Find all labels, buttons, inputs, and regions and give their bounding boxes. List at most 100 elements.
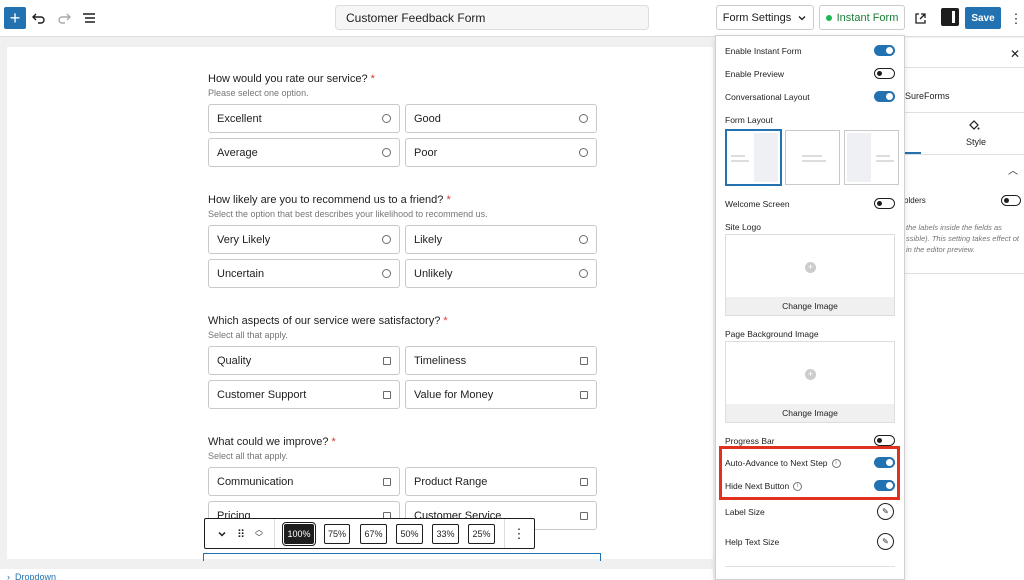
question-help-text: Select the option that best describes yo…	[208, 209, 488, 219]
enable-instant-form-toggle[interactable]	[874, 45, 895, 56]
drag-handle-icon[interactable]: ⠿	[232, 524, 250, 544]
radio-icon	[382, 114, 391, 123]
instant-form-button[interactable]: Instant Form	[819, 5, 905, 30]
conversational-layout-toggle[interactable]	[874, 91, 895, 102]
move-up-down-button[interactable]: ︿ ﹀	[250, 524, 268, 544]
divider	[904, 67, 1024, 68]
radio-icon	[579, 148, 588, 157]
collapse-button[interactable]	[213, 524, 231, 544]
option-very-likely[interactable]: Very Likely	[208, 225, 400, 254]
footer-bar	[0, 569, 713, 580]
divider	[904, 112, 1024, 113]
checkbox-icon	[580, 356, 588, 365]
plus-icon: +	[805, 369, 816, 380]
options-menu-button[interactable]: ⋮	[1005, 7, 1024, 29]
zoom-25-button[interactable]: 25%	[468, 524, 495, 544]
layout-option-right[interactable]	[844, 130, 899, 185]
layout-preview-line	[731, 160, 749, 162]
radio-icon	[382, 148, 391, 157]
option-poor[interactable]: Poor	[405, 138, 597, 167]
settings-sidebar-toggle-icon[interactable]	[941, 8, 959, 26]
help-text-size-label: Help Text Size	[725, 537, 780, 547]
enable-preview-label: Enable Preview	[725, 69, 785, 79]
undo-button[interactable]	[28, 7, 50, 29]
option-quality[interactable]: Quality	[208, 346, 400, 375]
document-overview-button[interactable]	[78, 7, 100, 29]
close-icon[interactable]: ✕	[1010, 47, 1020, 61]
placeholders-label: olders	[904, 196, 926, 205]
editor-canvas: How would you rate our service? * Please…	[7, 47, 713, 559]
question-title: How likely are you to recommend us to a …	[208, 194, 451, 206]
divider	[725, 566, 895, 567]
redo-button[interactable]	[53, 7, 75, 29]
change-image-button[interactable]: Change Image	[726, 297, 894, 315]
plus-icon: +	[805, 262, 816, 273]
preview-external-button[interactable]	[909, 7, 931, 29]
welcome-screen-label: Welcome Screen	[725, 199, 790, 209]
conversational-layout-label: Conversational Layout	[725, 92, 810, 102]
zoom-33-button[interactable]: 33%	[432, 524, 459, 544]
next-field-outline[interactable]	[203, 553, 601, 561]
option-likely[interactable]: Likely	[405, 225, 597, 254]
zoom-50-button[interactable]: 50%	[396, 524, 423, 544]
option-value-for-money[interactable]: Value for Money	[405, 380, 597, 409]
more-vertical-icon: ⋮	[1009, 10, 1023, 26]
question-title: Which aspects of our service were satisf…	[208, 315, 448, 327]
welcome-screen-toggle[interactable]	[874, 198, 895, 209]
breadcrumb-label: Dropdown	[15, 572, 57, 580]
help-text-size-edit-icon[interactable]: ✎	[877, 533, 894, 550]
layout-preview-line	[731, 155, 745, 157]
option-timeliness[interactable]: Timeliness	[405, 346, 597, 375]
zoom-75-button[interactable]: 75%	[324, 524, 350, 544]
checkbox-icon	[580, 477, 588, 486]
progress-bar-toggle[interactable]	[874, 435, 895, 446]
label-size-edit-icon[interactable]: ✎	[877, 503, 894, 520]
zoom-100-button[interactable]: 100%	[282, 522, 316, 546]
change-image-button[interactable]: Change Image	[726, 404, 894, 422]
site-logo-uploader[interactable]: + Change Image	[725, 234, 895, 316]
radio-icon	[579, 235, 588, 244]
placeholders-toggle[interactable]	[1001, 195, 1021, 206]
option-average[interactable]: Average	[208, 138, 400, 167]
tab-style[interactable]: Style	[966, 137, 986, 147]
option-product-range[interactable]: Product Range	[405, 467, 597, 496]
block-zoom-toolbar: ⠿ ︿ ﹀ 100% 75% 67% 50% 33% 25% ⋮	[204, 518, 535, 549]
radio-icon	[579, 269, 588, 278]
progress-bar-label: Progress Bar	[725, 436, 775, 446]
option-good[interactable]: Good	[405, 104, 597, 133]
form-settings-label: Form Settings	[722, 11, 792, 24]
enable-instant-form-label: Enable Instant Form	[725, 46, 802, 56]
layout-option-center[interactable]	[785, 130, 840, 185]
checkbox-icon	[383, 390, 391, 399]
form-settings-button[interactable]: Form Settings	[716, 5, 814, 30]
more-vertical-icon[interactable]: ⋮	[510, 524, 528, 544]
breadcrumb[interactable]: › Dropdown	[7, 572, 56, 580]
chevron-down-icon	[798, 15, 806, 20]
external-link-icon	[914, 12, 926, 24]
paint-bucket-icon	[968, 119, 980, 134]
option-uncertain[interactable]: Uncertain	[208, 259, 400, 288]
option-customer-support[interactable]: Customer Support	[208, 380, 400, 409]
chevron-down-icon	[218, 531, 226, 537]
chevron-up-icon[interactable]: ︿	[1008, 162, 1018, 177]
toolbar-divider	[274, 519, 275, 548]
active-tab-indicator	[904, 152, 921, 154]
option-excellent[interactable]: Excellent	[208, 104, 400, 133]
form-title-field[interactable]: Customer Feedback Form	[335, 5, 649, 30]
radio-icon	[579, 114, 588, 123]
question-title: How would you rate our service? *	[208, 73, 375, 85]
editor-header: + Customer Feedback Form Form Settings I…	[0, 0, 1024, 37]
layout-option-left[interactable]	[725, 129, 782, 186]
add-block-button[interactable]: +	[4, 7, 26, 29]
save-button[interactable]: Save	[965, 7, 1001, 29]
layout-preview-block	[754, 133, 778, 182]
zoom-67-button[interactable]: 67%	[360, 524, 387, 544]
page-background-uploader[interactable]: + Change Image	[725, 341, 895, 423]
option-communication[interactable]: Communication	[208, 467, 400, 496]
toolbar-divider	[504, 519, 505, 548]
layout-preview-line	[802, 155, 822, 157]
chevron-right-icon: ›	[7, 572, 10, 580]
question-improve: What could we improve? * Select all that…	[208, 436, 336, 461]
option-unlikely[interactable]: Unlikely	[405, 259, 597, 288]
enable-preview-toggle[interactable]	[874, 68, 895, 79]
